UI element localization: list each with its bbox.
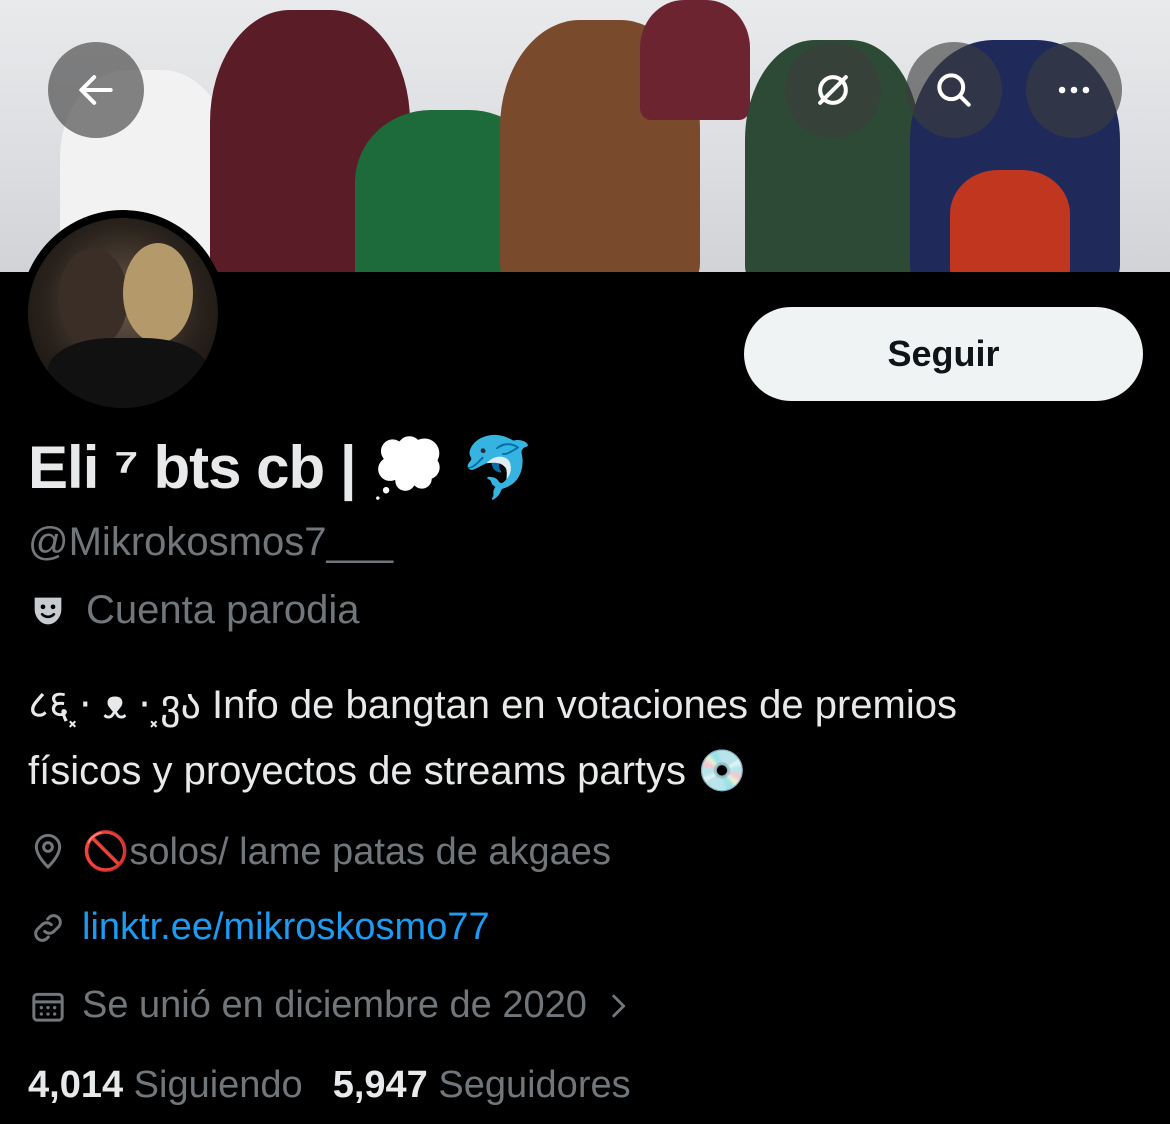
following-stat[interactable]: 4,014 Siguiendo <box>28 1064 303 1107</box>
back-button[interactable] <box>48 42 144 138</box>
following-label: Siguiendo <box>133 1064 303 1106</box>
slashed-circle-icon <box>818 75 848 105</box>
website-link[interactable]: linktr.ee/mikroskosmo77 <box>82 906 490 949</box>
user-handle: @Mikrokosmos7___ <box>28 520 394 564</box>
following-count: 4,014 <box>28 1064 124 1106</box>
follow-stats: 4,014 Siguiendo 5,947 Seguidores <box>28 1064 631 1107</box>
bio-line: ८६⸼⋅ ᴥ ⋅⸼ვა Info de bangtan en votacione… <box>28 683 957 727</box>
followers-count: 5,947 <box>332 1064 428 1106</box>
profile-website[interactable]: linktr.ee/mikroskosmo77 <box>28 906 490 949</box>
link-icon <box>34 913 62 942</box>
theater-mask-icon <box>34 597 62 624</box>
search-icon <box>937 73 971 107</box>
profile-page: Seguir Eli ⁷ bts cb | 💭 🐬 @Mikrokosmos7_… <box>0 0 1170 1124</box>
parody-label: Cuenta parodia <box>86 588 360 632</box>
arrow-left-icon <box>79 75 113 105</box>
location-pin-icon <box>34 833 62 870</box>
search-button[interactable] <box>906 42 1002 138</box>
more-button[interactable] <box>1026 42 1122 138</box>
grok-button[interactable] <box>785 42 881 138</box>
followers-label: Seguidores <box>438 1064 631 1106</box>
joined-text: Se unió en diciembre de 2020 <box>82 984 587 1026</box>
profile-location: 🚫solos/ lame patas de akgaes <box>28 830 611 874</box>
location-text: 🚫solos/ lame patas de akgaes <box>82 831 611 873</box>
banner-figure <box>950 170 1070 272</box>
followers-stat[interactable]: 5,947 Seguidores <box>333 1064 631 1107</box>
follow-button[interactable]: Seguir <box>744 307 1143 401</box>
avatar-image <box>28 218 218 408</box>
banner-figure <box>640 0 750 120</box>
display-name: Eli ⁷ bts cb | 💭 🐬 <box>28 434 535 501</box>
bio-line: físicos y proyectos de streams partys 💿 <box>28 749 747 793</box>
chevron-right-icon <box>612 994 626 1017</box>
profile-bio: ८६⸼⋅ ᴥ ⋅⸼ვა Info de bangtan en votacione… <box>28 672 1128 804</box>
calendar-icon <box>32 992 64 1022</box>
profile-joined[interactable]: Se unió en diciembre de 2020 <box>28 984 635 1027</box>
parody-badge: Cuenta parodia <box>28 588 360 633</box>
avatar[interactable] <box>20 210 226 416</box>
more-horizontal-icon <box>1058 86 1090 94</box>
